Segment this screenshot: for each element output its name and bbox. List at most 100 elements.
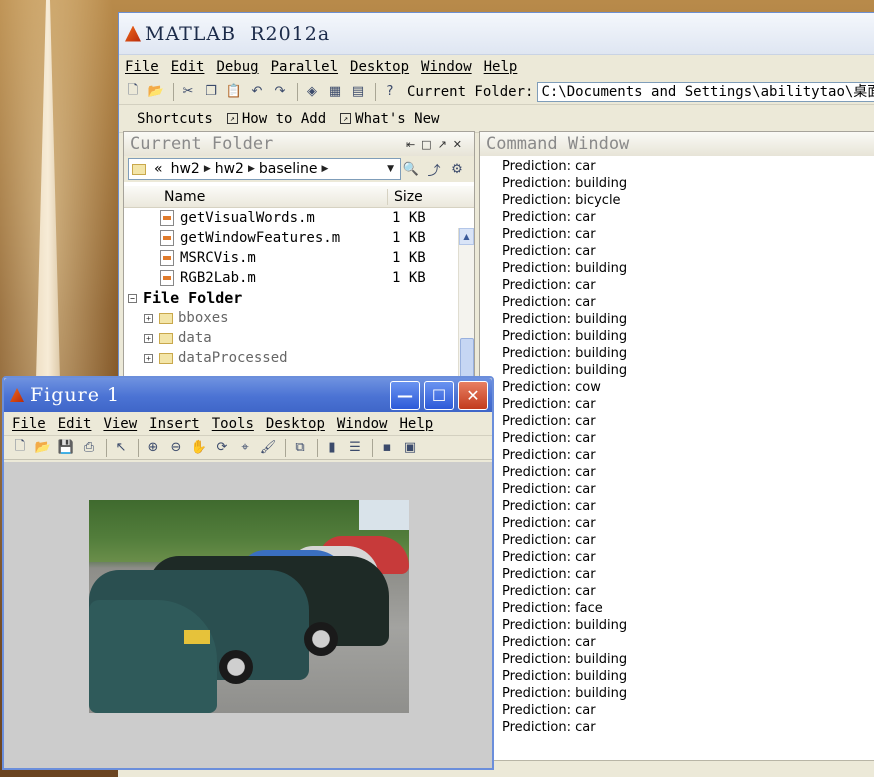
command-output-line: Prediction: bicycle [502,193,621,208]
fig-menu-file[interactable]: File [12,416,46,432]
command-window[interactable]: Command Window Prediction: car Prediction… [479,131,874,777]
current-folder-title: Current Folder [130,134,274,154]
whats-new-link[interactable]: ↗ What's New [340,111,439,127]
simulink-icon[interactable]: ◈ [302,82,322,102]
collapse-icon[interactable]: − [128,293,137,303]
breadcrumb-item[interactable]: hw2 [171,161,200,177]
figure-window: Figure 1 — ☐ ✕ File Edit View Insert Too… [2,376,494,770]
matlab-logo-icon [10,388,24,402]
pointer-icon[interactable]: ↖ [111,438,131,458]
hide-plot-tools-icon[interactable]: ▪ [377,438,397,458]
command-window-title: Command Window [486,134,630,154]
shortcuts-label[interactable]: Shortcuts [137,111,213,127]
zoom-in-icon[interactable]: ⊕ [143,438,163,458]
command-output-line: Prediction: car [502,720,596,735]
rotate-icon[interactable]: ⟳ [212,438,232,458]
print-icon[interactable]: ⎙ [79,438,99,458]
data-cursor-icon[interactable]: ⌖ [235,438,255,458]
folder-row[interactable]: + data [124,328,474,348]
folder-icon [132,163,146,175]
search-icon[interactable]: 🔍 [401,159,421,179]
folder-row[interactable]: + bboxes [124,308,474,328]
show-plot-tools-icon[interactable]: ▣ [400,438,420,458]
file-row[interactable]: RGB2Lab.m 1 KB [124,268,474,288]
zoom-out-icon[interactable]: ⊖ [166,438,186,458]
file-row[interactable]: getWindowFeatures.m 1 KB [124,228,474,248]
copy-icon[interactable]: ❐ [201,82,221,102]
fig-menu-view[interactable]: View [103,416,137,432]
matlab-title-bar[interactable]: MATLAB R2012a [119,13,874,55]
undo-icon[interactable]: ↶ [247,82,267,102]
fig-menu-help[interactable]: Help [399,416,433,432]
cut-icon[interactable]: ✂ [178,82,198,102]
profiler-icon[interactable]: ▤ [348,82,368,102]
file-row[interactable]: MSRCVis.m 1 KB [124,248,474,268]
folder-name: bboxes [178,310,229,326]
m-file-icon [160,250,174,266]
matlab-toolbar: 🗋 📂 ✂ ❐ 📋 ↶ ↷ ◈ ▦ ▤ ? Current Folder: C:… [119,79,874,105]
pane-controls[interactable]: ⇤□↗✕ [406,138,468,151]
menu-file[interactable]: File [125,59,159,75]
pan-hand-icon[interactable]: ✋ [189,438,209,458]
breadcrumb-item[interactable]: baseline [259,161,318,177]
chevron-down-icon[interactable]: ▼ [387,164,394,174]
figure-canvas[interactable] [4,462,492,768]
redo-icon[interactable]: ↷ [270,82,290,102]
file-list-header: Name Size [124,186,474,208]
chevron-right-icon[interactable]: ▶ [204,164,211,174]
maximize-button[interactable]: ☐ [424,381,454,410]
menu-parallel[interactable]: Parallel [271,59,338,75]
up-folder-icon[interactable]: ⤴ [424,159,444,179]
fig-menu-window[interactable]: Window [337,416,388,432]
help-icon[interactable]: ? [380,82,400,102]
menu-debug[interactable]: Debug [216,59,258,75]
link-plot-icon[interactable]: ⧉ [290,438,310,458]
menu-help[interactable]: Help [484,59,518,75]
fig-menu-insert[interactable]: Insert [149,416,200,432]
new-figure-icon[interactable]: 🗋 [10,438,30,458]
minimize-button[interactable]: — [390,381,420,410]
legend-icon[interactable]: ☰ [345,438,365,458]
file-row[interactable]: getVisualWords.m 1 KB [124,208,474,228]
figure-title-bar[interactable]: Figure 1 — ☐ ✕ [4,378,492,412]
fig-menu-tools[interactable]: Tools [212,416,254,432]
breadcrumb-item[interactable]: hw2 [215,161,244,177]
menu-desktop[interactable]: Desktop [350,59,409,75]
menu-window[interactable]: Window [421,59,472,75]
command-output-line: Prediction: car [502,448,596,463]
expand-icon[interactable]: + [144,333,153,343]
new-file-icon[interactable]: 🗋 [123,82,143,102]
folder-row[interactable]: + dataProcessed [124,348,474,368]
fig-menu-edit[interactable]: Edit [58,416,92,432]
breadcrumb[interactable]: « hw2 ▶ hw2 ▶ baseline ▶ ▼ [128,158,401,180]
command-output-line: Prediction: car [502,465,596,480]
column-size[interactable]: Size [388,189,423,205]
figure-menu-bar: File Edit View Insert Tools Desktop Wind… [4,412,492,436]
close-button[interactable]: ✕ [458,381,488,410]
current-folder-path-field[interactable]: C:\Documents and Settings\abilitytao\桌面\ [537,81,874,102]
brush-icon[interactable]: 🖌 [258,438,278,458]
menu-edit[interactable]: Edit [171,59,205,75]
save-icon[interactable]: 💾 [56,438,76,458]
paste-icon[interactable]: 📋 [224,82,244,102]
command-output: Prediction: car Prediction: building Predi… [480,156,874,736]
column-name[interactable]: Name [124,188,388,205]
open-file-icon[interactable]: 📂 [33,438,53,458]
expand-icon[interactable]: + [144,313,153,323]
group-header[interactable]: − File Folder [124,288,474,308]
expand-icon[interactable]: + [144,353,153,363]
guide-icon[interactable]: ▦ [325,82,345,102]
how-to-add-link[interactable]: ↗ How to Add [226,111,326,127]
chevron-right-icon[interactable]: ▶ [248,164,255,174]
file-size: 1 KB [392,230,426,246]
breadcrumb-overflow[interactable]: « [154,161,163,177]
file-size: 1 KB [392,210,426,226]
colorbar-icon[interactable]: ▮ [322,438,342,458]
m-file-icon [160,270,174,286]
command-output-line: Prediction: building [502,346,628,361]
gear-icon[interactable]: ⚙ [447,159,467,179]
chevron-right-icon[interactable]: ▶ [322,164,329,174]
fig-menu-desktop[interactable]: Desktop [266,416,325,432]
scroll-up-icon[interactable]: ▲ [459,228,474,245]
open-folder-icon[interactable]: 📂 [146,82,166,102]
